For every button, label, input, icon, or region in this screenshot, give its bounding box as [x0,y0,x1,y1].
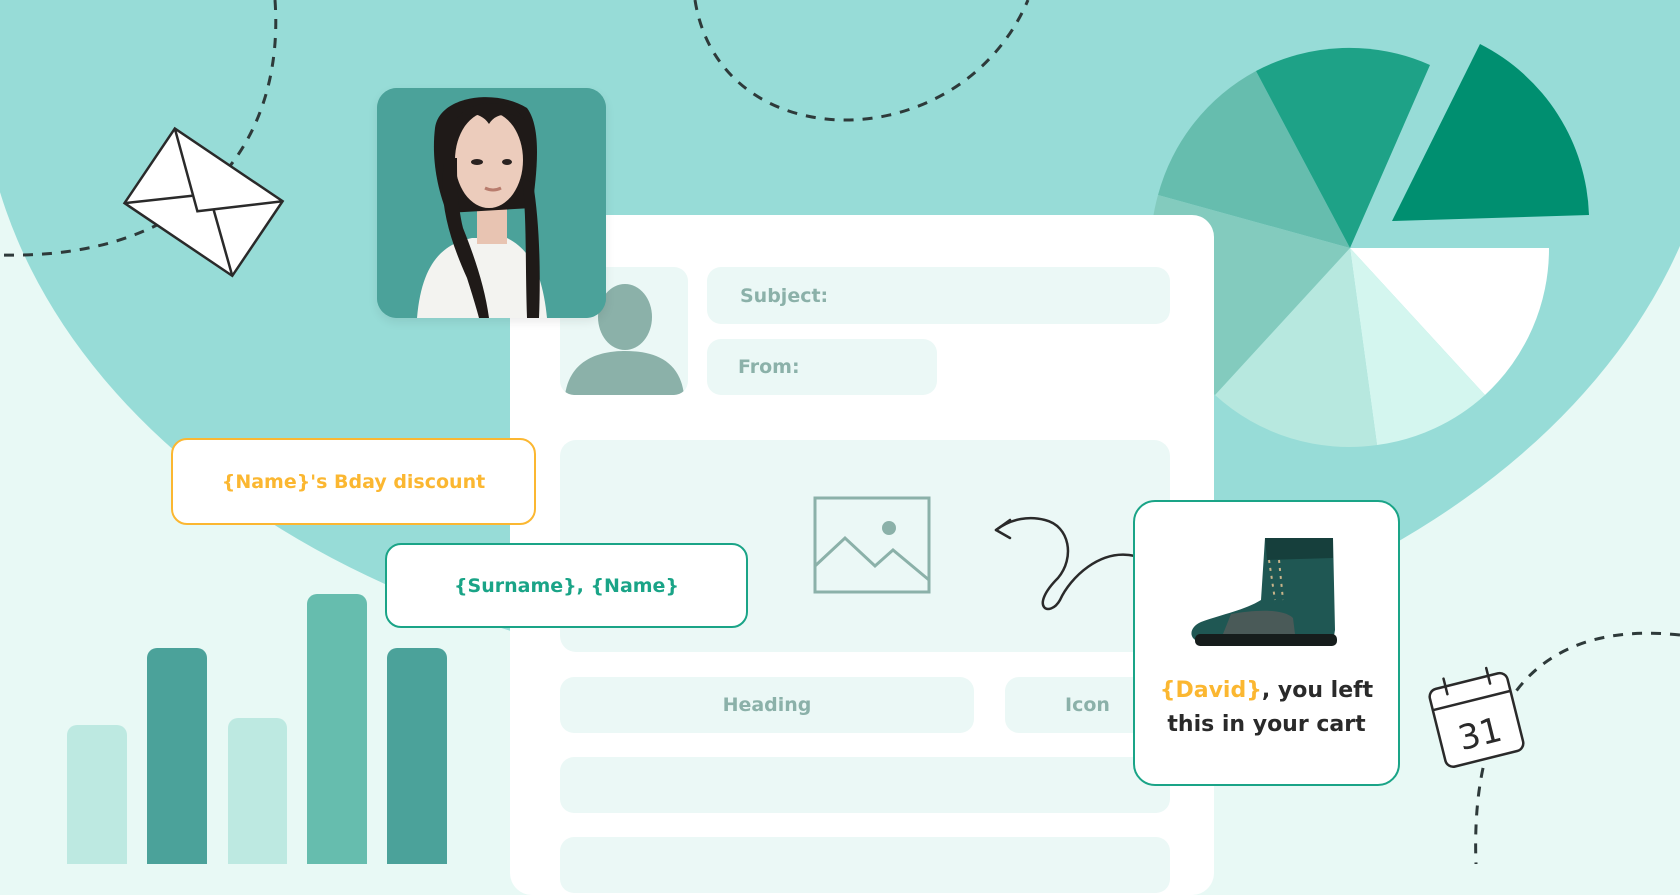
subject-label: Subject: [740,284,829,307]
calendar-icon: 31 [1428,666,1525,768]
from-label: From: [738,356,800,378]
icon-label: Icon [1065,694,1110,716]
surname-name-text: {Surname}, {Name} [454,574,679,597]
image-placeholder-icon [813,496,931,594]
envelope-icon [122,126,285,278]
cart-name-variable: {David} [1159,678,1262,703]
text-block-2[interactable] [560,837,1170,893]
boot-image [1191,538,1337,646]
bar-5 [387,648,447,864]
bday-discount-text: {Name}'s Bday discount [221,470,486,493]
surname-name-tag: {Surname}, {Name} [385,543,748,628]
portrait-photo [377,88,606,318]
bar-4 [307,594,367,864]
heading-block[interactable]: Heading [560,677,974,733]
abandoned-cart-card: {David}, you left this in your cart [1133,500,1400,786]
cart-message: {David}, you left this in your cart [1135,674,1398,742]
bar-3 [228,718,287,864]
subject-field[interactable]: Subject: [707,267,1170,324]
woman-portrait-image [377,88,606,318]
curly-arrow-icon [994,516,1137,611]
text-block[interactable] [560,757,1170,813]
bday-discount-tag: {Name}'s Bday discount [171,438,536,525]
bar-chart-decoration [67,594,447,864]
bar-1 [67,725,127,864]
from-field[interactable]: From: [707,339,937,395]
heading-label: Heading [722,694,812,716]
bar-2 [147,648,207,864]
